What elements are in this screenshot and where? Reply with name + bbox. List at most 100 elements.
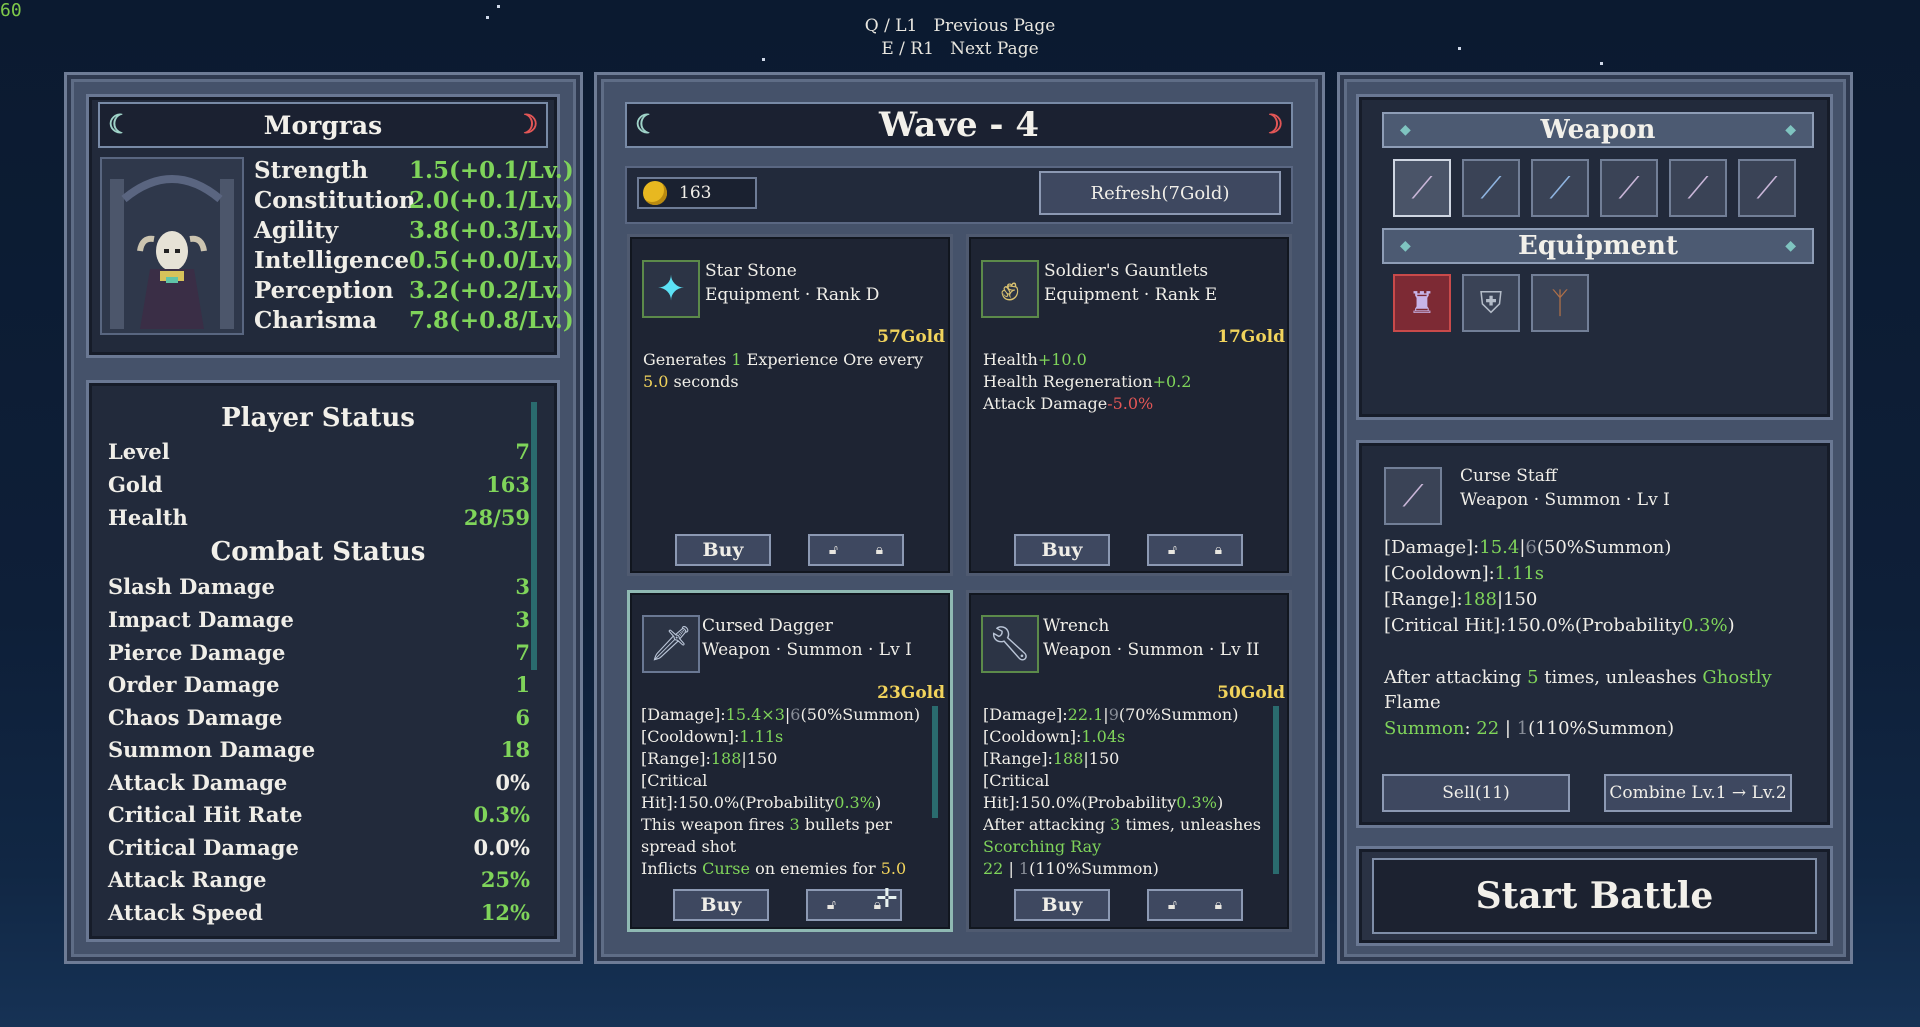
hint-key: E / R1: [881, 39, 934, 59]
combat-value: 3: [515, 607, 530, 632]
buy-button[interactable]: Buy: [673, 889, 769, 921]
detail-range: [Range]:188|150: [1384, 589, 1538, 610]
curse-staff-icon: ⟋: [1384, 467, 1442, 525]
cooldown-value: 1.11s: [1494, 563, 1544, 584]
equipment-slot-branch-icon[interactable]: ᛉ: [1531, 274, 1589, 332]
combat-row: Summon Damage 18: [108, 737, 530, 767]
unlock-icon: 🔓︎: [1167, 542, 1177, 558]
goat-mage-portrait-icon: [110, 175, 234, 329]
cooldown-value: 1.11s: [739, 727, 784, 746]
start-battle-button[interactable]: Start Battle: [1372, 858, 1817, 934]
crit-text: Hit]:150.0%(Probability: [641, 793, 835, 812]
item-price: 50Gold: [1217, 683, 1285, 703]
desc-value: 22: [983, 859, 1004, 878]
desc-text: Generates: [643, 350, 732, 369]
item-price: 17Gold: [1217, 327, 1285, 347]
status-scrollbar[interactable]: [531, 402, 537, 670]
attribute-name: Constitution: [254, 187, 416, 214]
cursor-icon: ✛: [876, 884, 898, 914]
weapon-slot-staff-icon[interactable]: ⟋: [1393, 159, 1451, 217]
card-scrollbar[interactable]: [932, 706, 938, 818]
damage-suffix: (70%Summon): [1118, 705, 1239, 724]
combat-value: 1: [515, 672, 530, 697]
moon-ornament-icon: ☾: [1259, 110, 1283, 140]
combat-label: Pierce Damage: [108, 640, 286, 665]
desc-value: 5.0: [643, 372, 669, 391]
hint-label: Next Page: [950, 39, 1039, 59]
item-price: 23Gold: [877, 683, 945, 703]
unlock-icon: 🔓︎: [1167, 897, 1177, 913]
combat-label: Critical Damage: [108, 835, 299, 860]
desc-value: 1: [731, 350, 742, 369]
crit-prob: 0.3%: [1176, 793, 1217, 812]
lock-icon: 🔒︎: [1214, 897, 1223, 913]
desc-text: seconds: [668, 372, 739, 391]
summon-alt: 1: [1516, 718, 1529, 739]
equipment-ribbon: Equipment: [1382, 228, 1814, 264]
status-label: Health: [108, 505, 188, 530]
equipment-slot-armor-icon[interactable]: ⛨: [1462, 274, 1520, 332]
combat-value: 0.0%: [473, 835, 531, 860]
range-value: 188: [1052, 749, 1084, 768]
wave-banner: ☾ Wave - 4 ☾: [625, 102, 1293, 148]
detail-effect: After attacking 5 times, unleashes Ghost…: [1384, 667, 1772, 688]
crit-text: [Critical: [983, 771, 1050, 790]
desc-value: +10.0: [1037, 350, 1087, 369]
hint-previous-page: Q / L1 Previous Page: [0, 16, 1920, 36]
desc-text: After attacking: [983, 815, 1111, 834]
weapon-slot-staff-icon[interactable]: ⟋: [1600, 159, 1658, 217]
buy-button[interactable]: Buy: [1014, 534, 1110, 566]
combat-label: Summon Damage: [108, 737, 316, 762]
equipment-slot-robe-icon[interactable]: ♜: [1393, 274, 1451, 332]
item-type: Weapon · Summon · Lv II: [1043, 640, 1260, 660]
desc-text: Health Regeneration: [983, 372, 1153, 391]
combine-button[interactable]: Combine Lv.1 → Lv.2: [1604, 774, 1792, 812]
combat-row: Attack Range 25%: [108, 867, 530, 897]
desc-value: 1: [1018, 859, 1030, 878]
combat-label: Attack Range: [108, 867, 267, 892]
player-status-title: Player Status: [221, 403, 415, 433]
range-value: 188: [710, 749, 742, 768]
buy-button[interactable]: Buy: [675, 534, 771, 566]
moon-ornament-icon: ☾: [108, 110, 132, 140]
character-name: Morgras: [263, 110, 383, 140]
item-price: 57Gold: [877, 327, 945, 347]
item-description: [Damage]:15.4×3|6(50%Summon) [Cooldown]:…: [641, 704, 931, 882]
weapon-slot-sword-icon[interactable]: ⟋: [1462, 159, 1520, 217]
desc-value: -5.0%: [1107, 394, 1154, 413]
card-scrollbar[interactable]: [1273, 706, 1279, 874]
desc-text: bullets per: [799, 815, 893, 834]
status-row: Level 7: [108, 439, 530, 469]
combat-value: 0%: [495, 770, 530, 795]
hint-next-page: E / R1 Next Page: [0, 39, 1920, 59]
desc-value: 5: [1527, 667, 1539, 688]
desc-value: 5.0: [880, 859, 907, 878]
status-value: 7: [515, 439, 530, 464]
desc-value: +0.2: [1152, 372, 1192, 391]
refresh-button[interactable]: Refresh(7Gold): [1039, 171, 1281, 215]
sell-button[interactable]: Sell(11): [1382, 774, 1570, 812]
buy-button[interactable]: Buy: [1014, 889, 1110, 921]
lock-toggle[interactable]: 🔓︎ 🔒︎: [1147, 534, 1243, 566]
weapon-slot-sword-icon[interactable]: ⟋: [1531, 159, 1589, 217]
combat-row: Critical Hit Rate 0.3%: [108, 802, 530, 832]
combat-status-title: Combat Status: [210, 537, 426, 567]
gold-counter: 163: [637, 177, 757, 209]
attribute-value: 3.2(+0.2/Lv.): [409, 277, 574, 304]
status-label: Level: [108, 439, 170, 464]
desc-text: times, unleashes: [1538, 667, 1703, 688]
detail-damage: [Damage]:15.4|6(50%Summon): [1384, 537, 1672, 558]
combat-value: 7: [515, 640, 530, 665]
status-row: Health 28/59: [108, 505, 530, 535]
combat-row: Pierce Damage 7: [108, 640, 530, 670]
star-stone-icon: ✦: [642, 260, 700, 318]
character-name-banner: ☾ Morgras ☾: [98, 102, 548, 148]
lock-toggle[interactable]: 🔓︎ 🔒︎: [808, 534, 904, 566]
desc-text: After attacking: [1384, 667, 1528, 688]
combat-label: Attack Speed: [108, 900, 263, 925]
weapon-slot-staff-icon[interactable]: ⟋: [1738, 159, 1796, 217]
weapon-slot-staff-icon[interactable]: ⟋: [1669, 159, 1727, 217]
status-label: Gold: [108, 472, 163, 497]
damage-alt: 9: [1108, 705, 1119, 724]
lock-toggle[interactable]: 🔓︎ 🔒︎: [1147, 889, 1243, 921]
